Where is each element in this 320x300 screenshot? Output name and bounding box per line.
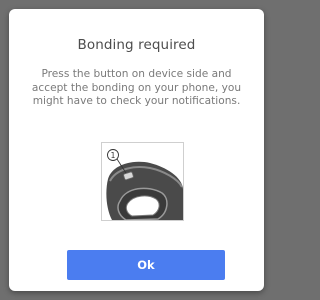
callout-number: 1 bbox=[111, 151, 116, 160]
dialog-title: Bonding required bbox=[77, 37, 196, 53]
device-side-button-illustration: 1 bbox=[101, 142, 184, 221]
dialog-message: Press the button on device side and acce… bbox=[31, 68, 242, 108]
device-illustration-svg: 1 bbox=[106, 149, 183, 220]
bonding-dialog: Bonding required Press the button on dev… bbox=[9, 9, 264, 291]
ok-button[interactable]: Ok bbox=[67, 250, 225, 280]
